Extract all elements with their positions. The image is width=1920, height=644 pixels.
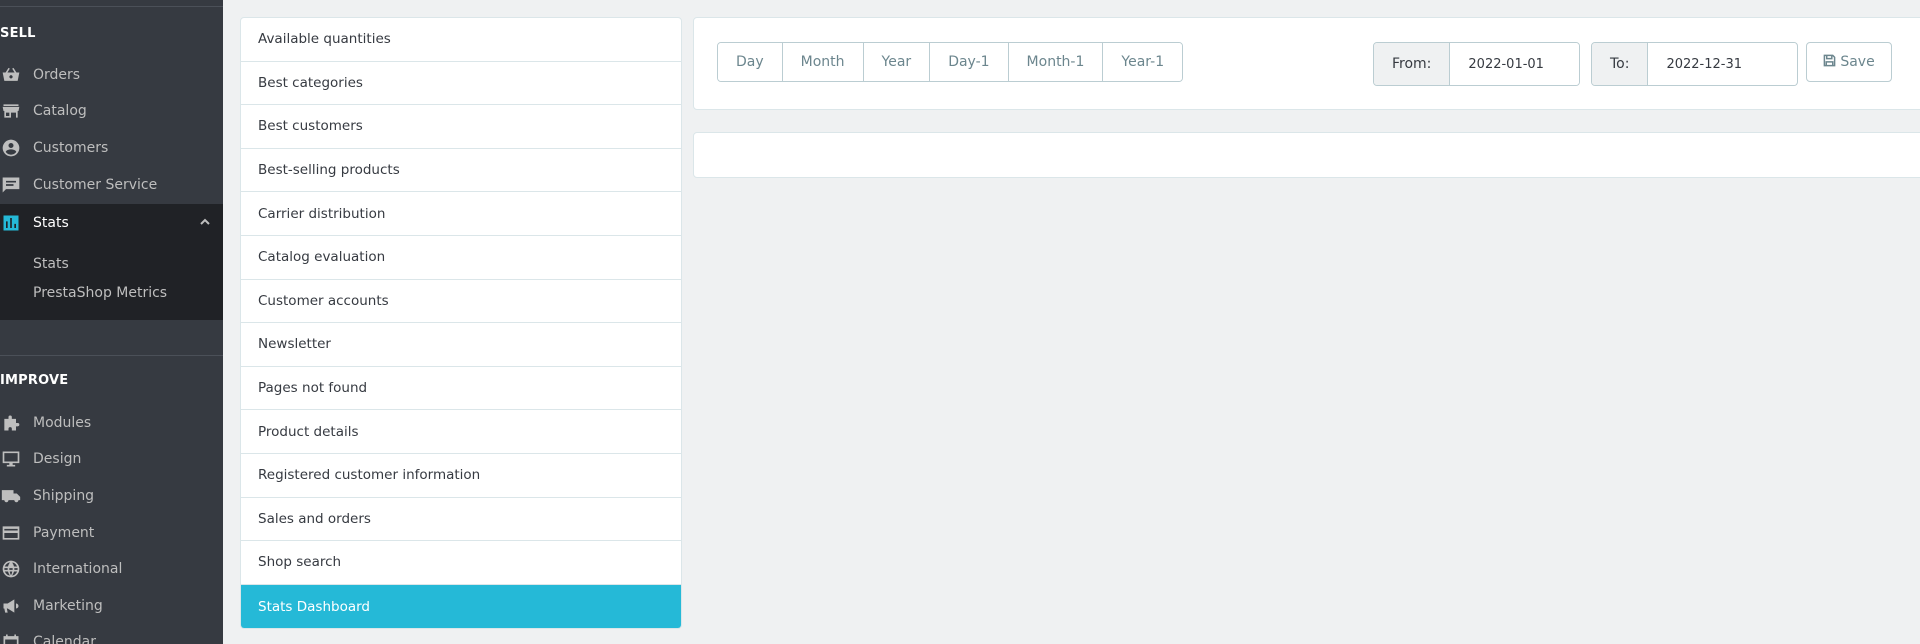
chat-icon <box>0 167 33 203</box>
submenu-item-stats[interactable]: Stats <box>33 256 69 272</box>
section-heading-improve: IMPROVE <box>0 373 69 388</box>
basket-icon <box>0 57 33 93</box>
submenu-item-prestashop-metrics[interactable]: PrestaShop Metrics <box>33 285 167 301</box>
stats-module-item[interactable]: Sales and orders <box>241 498 681 542</box>
date-to-group: To: <box>1591 42 1798 86</box>
sidebar-divider <box>0 6 223 7</box>
sidebar-item-customer-service[interactable]: Customer Service <box>0 167 223 203</box>
section-heading-sell: SELL <box>0 26 36 41</box>
megaphone-icon <box>0 588 33 624</box>
sidebar-item-label: Calendar <box>33 634 96 644</box>
stats-module-item[interactable]: Customer accounts <box>241 280 681 324</box>
sidebar-item-label: Customers <box>33 140 109 156</box>
globe-icon <box>0 551 33 587</box>
period-button-group: Day Month Year Day-1 Month-1 Year-1 <box>717 42 1184 82</box>
calendar-panel: Day Month Year Day-1 Month-1 Year-1 From… <box>693 17 1920 110</box>
credit-card-icon <box>0 515 33 551</box>
sidebar-item-label: International <box>33 561 123 577</box>
sidebar-item-label: Catalog <box>33 103 87 119</box>
sidebar-item-label: Marketing <box>33 598 103 614</box>
sidebar-divider <box>0 355 223 356</box>
stats-module-item[interactable]: Best customers <box>241 105 681 149</box>
period-previous-day-button[interactable]: Day-1 <box>930 43 1009 81</box>
sidebar-item-label: Shipping <box>33 488 95 504</box>
period-month-button[interactable]: Month <box>782 43 864 81</box>
period-year-button[interactable]: Year <box>863 43 931 81</box>
bar-chart-icon <box>0 205 33 241</box>
sidebar-item-design[interactable]: Design <box>0 441 223 477</box>
sidebar-item-calendar[interactable]: Calendar <box>0 624 223 644</box>
stats-module-item[interactable]: Best-selling products <box>241 149 681 193</box>
sidebar-item-label: Stats <box>33 214 69 231</box>
sidebar-item-international[interactable]: International <box>0 551 223 587</box>
period-previous-year-button[interactable]: Year-1 <box>1103 43 1183 81</box>
account-circle-icon <box>0 130 33 166</box>
period-day-button[interactable]: Day <box>718 43 783 81</box>
sidebar-item-catalog[interactable]: Catalog <box>0 93 223 129</box>
store-icon <box>0 93 33 129</box>
date-to-label: To: <box>1592 43 1649 85</box>
desktop-icon <box>0 441 33 477</box>
truck-icon <box>0 478 33 514</box>
sidebar-item-label: Modules <box>33 415 92 431</box>
save-button[interactable]: Save <box>1806 42 1892 82</box>
sidebar-item-marketing[interactable]: Marketing <box>0 588 223 624</box>
stats-module-item[interactable]: Carrier distribution <box>241 192 681 236</box>
sidebar: SELL Orders Catalog Customers Customer S… <box>0 0 223 644</box>
sidebar-item-label: Payment <box>33 525 95 541</box>
date-from-input[interactable] <box>1450 43 1579 85</box>
sidebar-item-payment[interactable]: Payment <box>0 515 223 551</box>
floppy-disk-icon <box>1823 54 1836 71</box>
date-from-label: From: <box>1374 43 1451 85</box>
stats-module-item[interactable]: Registered customer information <box>241 454 681 498</box>
stats-module-list: Available quantities Best categories Best … <box>240 17 682 630</box>
sidebar-item-label: Customer Service <box>33 177 158 193</box>
stats-module-item[interactable]: Shop search <box>241 541 681 585</box>
stats-submenu: Stats PrestaShop Metrics <box>0 241 223 320</box>
save-button-label: Save <box>1840 54 1875 70</box>
sidebar-item-orders[interactable]: Orders <box>0 57 223 93</box>
period-previous-month-button[interactable]: Month-1 <box>1008 43 1104 81</box>
puzzle-icon <box>0 405 33 441</box>
sidebar-item-customers[interactable]: Customers <box>0 130 223 166</box>
stats-module-item[interactable]: Product details <box>241 410 681 454</box>
stats-module-item[interactable]: Stats Dashboard <box>241 584 681 629</box>
stats-content-panel <box>693 132 1920 178</box>
stats-module-item[interactable]: Newsletter <box>241 323 681 367</box>
sidebar-item-label: Design <box>33 451 82 467</box>
sidebar-item-shipping[interactable]: Shipping <box>0 478 223 514</box>
calendar-icon <box>0 624 33 644</box>
stats-module-item[interactable]: Available quantities <box>241 18 681 62</box>
date-to-input[interactable] <box>1648 43 1797 85</box>
chevron-up-icon[interactable] <box>199 216 211 228</box>
sidebar-item-label: Orders <box>33 67 81 83</box>
stats-module-item[interactable]: Pages not found <box>241 367 681 411</box>
stats-module-item[interactable]: Catalog evaluation <box>241 236 681 280</box>
stats-module-item[interactable]: Best categories <box>241 62 681 106</box>
sidebar-item-modules[interactable]: Modules <box>0 405 223 441</box>
date-from-group: From: <box>1373 42 1580 86</box>
sidebar-item-stats[interactable]: Stats <box>0 204 223 241</box>
